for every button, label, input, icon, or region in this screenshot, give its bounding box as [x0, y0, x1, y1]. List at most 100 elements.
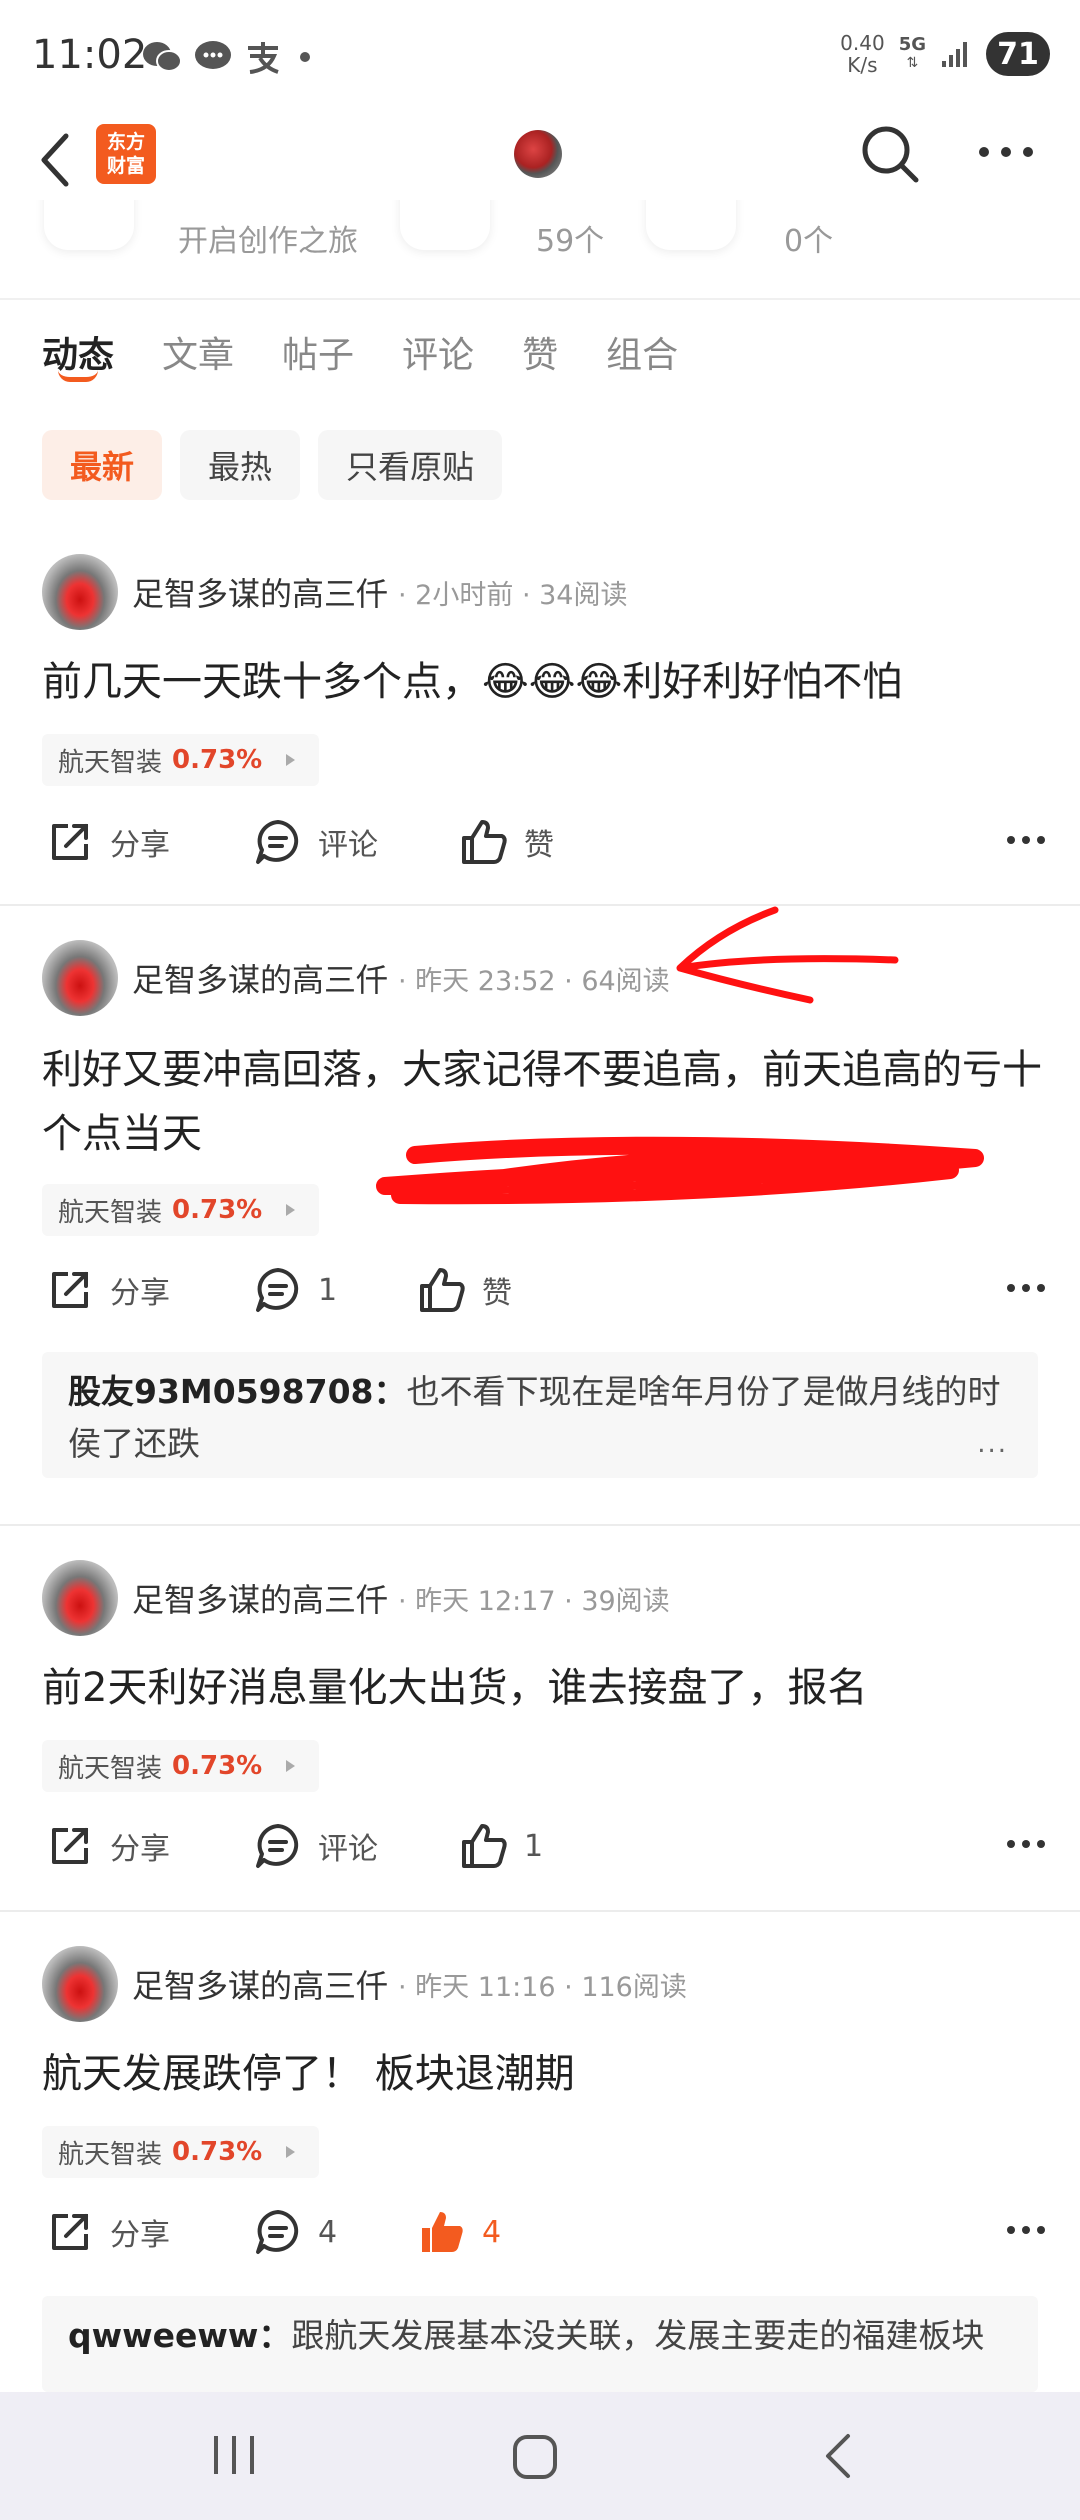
- comment-count: 4: [318, 2214, 338, 2250]
- stock-name: 航天智装: [58, 2139, 163, 2170]
- user-avatar[interactable]: [514, 130, 562, 178]
- stock-tag[interactable]: 航天智装 0.73%: [42, 2126, 320, 2178]
- more-icon[interactable]: [1006, 1834, 1046, 1854]
- stock-tag[interactable]: 航天智装 0.73%: [42, 1184, 320, 1236]
- share-button[interactable]: 分享: [46, 2208, 170, 2256]
- author-name[interactable]: 足智多谋的高三仟: [132, 955, 388, 1001]
- red-arrow-annotation: [676, 906, 899, 1004]
- post-actions: 分享 评论 1: [46, 1822, 1046, 1882]
- share-icon: [52, 1828, 88, 1864]
- share-button[interactable]: 分享: [46, 1822, 170, 1870]
- status-notification-icons: [142, 40, 310, 74]
- search-icon[interactable]: [860, 124, 920, 184]
- post-meta: · 昨天 11:16 · 116阅读: [398, 1971, 687, 2003]
- network-speed-value: 0.40: [840, 31, 885, 55]
- eastmoney-logo: 东方 财富: [96, 124, 156, 184]
- like-count: 1: [524, 1828, 544, 1864]
- comment-button[interactable]: 1: [254, 1266, 337, 1314]
- comment-button[interactable]: 评论: [254, 818, 378, 866]
- reply-author[interactable]: 股友93M0598708: [68, 1372, 374, 1411]
- like-label: 赞: [482, 1276, 512, 1311]
- tab-comments[interactable]: 评论: [402, 326, 474, 378]
- active-tab-indicator: [58, 370, 98, 382]
- reply-author[interactable]: qwweeww: [68, 2316, 258, 2355]
- tab-posts[interactable]: 帖子: [282, 326, 354, 378]
- reply-preview[interactable]: 股友93M0598708：也不看下现在是啥年月份了是做月线的时侯了还跌 ...: [42, 1352, 1038, 1478]
- share-button[interactable]: 分享: [46, 818, 170, 866]
- comment-count: 1: [318, 1272, 338, 1308]
- reply-more[interactable]: ...: [977, 1418, 1008, 1470]
- author-name[interactable]: 足智多谋的高三仟: [132, 1575, 388, 1621]
- stat-create-label[interactable]: 开启创作之旅: [178, 216, 358, 260]
- post-author-row[interactable]: 足智多谋的高三仟 · 昨天 11:16 · 116阅读: [42, 1946, 687, 2022]
- share-button[interactable]: 分享: [46, 1266, 170, 1314]
- logo-line-1: 东方: [106, 131, 145, 153]
- author-name[interactable]: 足智多谋的高三仟: [132, 1961, 388, 2007]
- reply-preview[interactable]: qwweeww：跟航天发展基本没关联，发展主要走的福建板块: [42, 2296, 1038, 2392]
- like-button[interactable]: 赞: [418, 1266, 512, 1314]
- reply-separator: ：: [258, 2316, 292, 2355]
- more-options-icon[interactable]: [978, 140, 1034, 164]
- post-author-row[interactable]: 足智多谋的高三仟 · 昨天 23:52 · 64阅读: [42, 940, 670, 1016]
- tab-portfolio[interactable]: 组合: [606, 326, 678, 378]
- avatar[interactable]: [42, 1946, 118, 2022]
- like-button[interactable]: 1: [460, 1822, 543, 1870]
- recent-apps-icon[interactable]: [212, 2432, 256, 2478]
- filter-hottest[interactable]: 最热: [180, 430, 301, 500]
- post-text[interactable]: 利好又要冲高回落，大家记得不要追高，前天追高的亏十个点当天: [42, 1038, 1042, 1166]
- more-icon[interactable]: [1006, 1278, 1046, 1298]
- post-author-row[interactable]: 足智多谋的高三仟 · 昨天 12:17 · 39阅读: [42, 1560, 670, 1636]
- like-button-active[interactable]: 4: [418, 2208, 501, 2256]
- filter-original-only[interactable]: 只看原贴: [318, 430, 503, 500]
- thumbs-up-icon: [420, 1268, 465, 1312]
- stock-change: 0.73%: [172, 1751, 263, 1781]
- post-author-row[interactable]: 足智多谋的高三仟 · 2小时前 · 34阅读: [42, 554, 627, 630]
- comment-label: 评论: [318, 828, 378, 863]
- post-text[interactable]: 航天发展跌停了！ 板块退潮期: [42, 2042, 1042, 2106]
- stock-name: 航天智装: [58, 747, 163, 778]
- comment-icon: [256, 1268, 299, 1312]
- share-label: 分享: [110, 828, 170, 863]
- avatar[interactable]: [42, 1560, 118, 1636]
- filter-latest[interactable]: 最新: [42, 430, 163, 500]
- stock-tag[interactable]: 航天智装 0.73%: [42, 1740, 320, 1792]
- post-text[interactable]: 前2天利好消息量化大出货，谁去接盘了，报名: [42, 1656, 1042, 1720]
- author-name[interactable]: 足智多谋的高三仟: [132, 569, 388, 615]
- avatar[interactable]: [42, 940, 118, 1016]
- post-actions: 分享 1 赞: [46, 1266, 1046, 1326]
- portfolio-icon[interactable]: [646, 200, 736, 250]
- post-text[interactable]: 前几天一天跌十多个点，😂😂😂利好利好怕不怕: [42, 650, 1042, 714]
- like-label: 赞: [524, 828, 554, 863]
- stock-tag[interactable]: 航天智装 0.73%: [42, 734, 320, 786]
- back-arrow-icon[interactable]: [36, 130, 76, 190]
- fans-icon[interactable]: [400, 200, 490, 250]
- tab-likes[interactable]: 赞: [522, 326, 558, 378]
- stat-count-1[interactable]: 59个: [536, 216, 604, 260]
- stock-change: 0.73%: [172, 2137, 263, 2167]
- post-meta: · 昨天 23:52 · 64阅读: [398, 965, 670, 997]
- stat-count-2[interactable]: 0个: [784, 216, 833, 260]
- status-time: 11:02: [32, 32, 148, 78]
- tab-articles[interactable]: 文章: [162, 326, 234, 378]
- network-speed-unit: K/s: [847, 53, 878, 77]
- share-label: 分享: [110, 2218, 170, 2253]
- home-icon[interactable]: [512, 2434, 558, 2480]
- comment-button[interactable]: 评论: [254, 1822, 378, 1870]
- create-icon[interactable]: [44, 200, 134, 250]
- stock-change: 0.73%: [172, 745, 263, 775]
- more-icon[interactable]: [1006, 830, 1046, 850]
- thumbs-up-icon: [462, 820, 507, 864]
- top-nav-bar: 东方 财富: [0, 118, 1080, 210]
- comment-button[interactable]: 4: [254, 2208, 337, 2256]
- avatar[interactable]: [42, 554, 118, 630]
- post-actions: 分享 评论 赞: [46, 818, 1046, 878]
- chevron-right-icon: [286, 1760, 296, 1772]
- comment-icon: [256, 1824, 299, 1868]
- back-nav-icon[interactable]: [820, 2432, 854, 2480]
- share-icon: [52, 824, 88, 860]
- share-icon: [52, 2214, 88, 2250]
- like-button[interactable]: 赞: [460, 818, 554, 866]
- comment-label: 评论: [318, 1832, 378, 1867]
- network-type: 5G: [898, 34, 926, 55]
- more-icon[interactable]: [1006, 2220, 1046, 2240]
